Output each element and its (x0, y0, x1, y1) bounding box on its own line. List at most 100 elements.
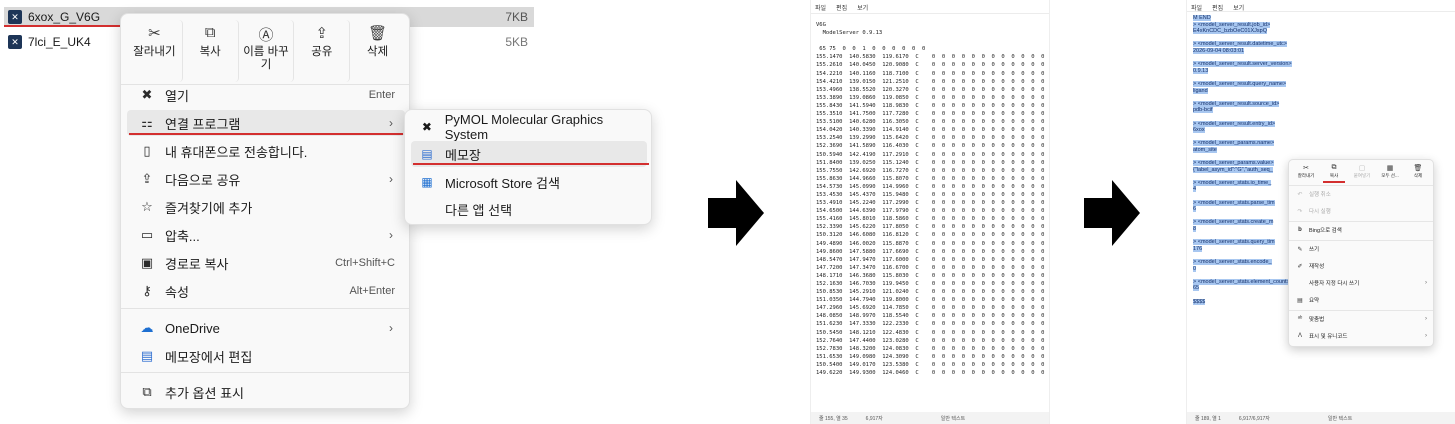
menu-item-more-options[interactable]: ⧉ 추가 옵션 표시 (127, 379, 405, 405)
text-line: 154.2210 140.1160 118.7100 C 0 0 0 0 0 0… (816, 70, 1045, 77)
text-line: 150.5940 142.4190 117.2910 C 0 0 0 0 0 0… (816, 151, 1045, 158)
notepad-window-1: 파일 편집 보기 V6G ModelServer 0.9.13 65 75 0 … (810, 0, 1050, 424)
context-menu: ✂ 잘라내기 ⧉ 복사 Ⓐ 이름 바꾸기 ⇪ 공유 🗑 삭제 ✖ 열기 Ente… (120, 13, 410, 409)
menu-item-compress[interactable]: ▭ 압축... › (127, 222, 405, 248)
text-line: 154.5730 145.0990 114.9960 C 0 0 0 0 0 0… (816, 183, 1045, 190)
text-line: 153.4530 145.4370 115.9480 C 0 0 0 0 0 0… (816, 191, 1045, 198)
chevron-right-icon: › (389, 228, 393, 242)
menu-divider (121, 372, 409, 373)
status-bar: 줄 155, 열 35 6,917자 일반 텍스트 (811, 412, 1049, 424)
menu-item-label: 다음으로 공유 (165, 172, 241, 188)
text-line: 148.0850 148.9970 118.5540 C 0 0 0 0 0 0… (816, 313, 1045, 320)
paste-button[interactable]: ▢ 붙여넣기 (1348, 163, 1376, 183)
rename-icon: Ⓐ (258, 27, 274, 44)
share-button[interactable]: ⇪ 공유 (294, 20, 351, 82)
menu-item-write[interactable]: ✎ 쓰기 (1293, 243, 1431, 255)
status-char-count: 6,917자 (865, 415, 883, 422)
menu-item-label: 압축... (165, 228, 200, 244)
text-line: 150.5400 149.0170 123.5380 C 0 0 0 0 0 0… (816, 361, 1045, 368)
menu-item-spellcheck[interactable]: ᵃᵇ 맞춤법 › (1293, 313, 1431, 325)
menu-item-label: 경로로 복사 (165, 256, 229, 272)
explorer-panel: ✕ 6xox_G_V6G 7KB ✕ 7lci_E_UK4 5KB ✂ 잘라내기… (0, 0, 700, 424)
text-line: 150.3120 146.6080 116.8120 C 0 0 0 0 0 0… (816, 232, 1045, 239)
chevron-right-icon: › (389, 172, 393, 186)
menu-item-rewrite[interactable]: ✐ 재작성 (1293, 260, 1431, 272)
delete-button[interactable]: 🗑 삭제 (1404, 163, 1432, 183)
submenu-item-pymol[interactable]: ✖ PyMOL Molecular Graphics System (411, 112, 647, 142)
text-line: 155.3510 141.7500 117.7280 C 0 0 0 0 0 0… (816, 111, 1045, 118)
star-icon: ☆ (141, 199, 153, 214)
open-with-submenu: ✖ PyMOL Molecular Graphics System ▤ 메모장 … (404, 109, 652, 225)
menu-item-open[interactable]: ✖ 열기 Enter (127, 82, 405, 108)
menu-item-summarize[interactable]: ▤ 요약 (1293, 294, 1431, 306)
text-line: 150.8530 145.2910 121.0240 C 0 0 0 0 0 0… (816, 289, 1045, 296)
text-line (1193, 35, 1383, 42)
text-line (1193, 74, 1383, 81)
menu-file[interactable]: 파일 (815, 3, 826, 12)
notepad-text-area[interactable]: V6G ModelServer 0.9.13 65 75 0 0 1 0 0 0… (816, 21, 1044, 377)
selected-text: 6 (1193, 206, 1197, 213)
menu-item-send-to-phone[interactable]: ▯ 내 휴대폰으로 전송합니다. (127, 138, 405, 164)
rename-button[interactable]: Ⓐ 이름 바꾸기 (239, 20, 295, 82)
menu-item-undo[interactable]: ↶ 실행 취소 (1293, 188, 1431, 200)
menu-edit[interactable]: 편집 (836, 3, 847, 12)
menu-item-label: 맞춤법 (1309, 317, 1325, 323)
store-icon: ▦ (421, 175, 433, 189)
selected-text: 4 (1193, 186, 1197, 193)
text-line: 155.2610 140.0450 120.9080 C 0 0 0 0 0 0… (816, 62, 1045, 69)
text-line: ligand (1193, 87, 1383, 95)
text-line: pdb-bcif (1193, 107, 1383, 114)
archive-icon: ▭ (140, 227, 154, 242)
text-line: 147.7200 147.3470 116.6700 C 0 0 0 0 0 0… (816, 264, 1045, 271)
share-icon: ⇪ (141, 171, 153, 186)
menu-item-share-with[interactable]: ⇪ 다음으로 공유 › (127, 166, 405, 192)
bing-icon: b (1298, 227, 1302, 233)
menu-item-shortcut: Alt+Enter (349, 285, 395, 297)
notepad-menubar: 파일 편집 보기 (815, 3, 868, 12)
text-line: 155.8630 144.9660 115.8070 C 0 0 0 0 0 0… (816, 175, 1045, 182)
file-size: 7KB (505, 10, 528, 24)
text-line: M END (1193, 15, 1383, 22)
menu-item-redo[interactable]: ↷ 다시 실행 (1293, 205, 1431, 217)
notepad-context-toolbar: ✂ 잘라내기 ⧉ 복사 ▢ 붙여넣기 ▦ 모두 선... 🗑 삭제 (1292, 163, 1432, 183)
delete-button[interactable]: 🗑 삭제 (350, 20, 405, 82)
context-menu-toolbar: ✂ 잘라내기 ⧉ 복사 Ⓐ 이름 바꾸기 ⇪ 공유 🗑 삭제 (127, 20, 405, 82)
menu-divider (1187, 11, 1455, 12)
menu-item-properties[interactable]: ⚷ 속성 Alt+Enter (127, 278, 405, 304)
text-line: 155.4160 145.8010 118.5860 C 0 0 0 0 0 0… (816, 216, 1045, 223)
copy-icon: ⧉ (1331, 164, 1337, 171)
redo-icon: ↷ (1297, 208, 1303, 215)
submenu-item-other-app[interactable]: 다른 앱 선택 (411, 196, 647, 222)
selected-text: > <model_server_result.server_version> (1193, 61, 1292, 68)
phone-icon: ▯ (143, 143, 151, 158)
menu-item-add-favorites[interactable]: ☆ 즐겨찾기에 추가 (127, 194, 405, 220)
menu-item-bing-search[interactable]: b Bing으로 검색 (1293, 224, 1431, 236)
properties-icon: ⚷ (142, 283, 152, 298)
copy-button[interactable]: ⧉ 복사 (183, 20, 239, 82)
menu-item-unicode[interactable]: Λ 표시 및 유니코드 › (1293, 330, 1431, 342)
copy-path-icon: ▣ (140, 255, 154, 270)
text-line: E4xKnCDC_bzbOeC01XJspQ (1193, 28, 1383, 35)
text-line: > <model_server_result.source_id> (1193, 100, 1383, 108)
share-icon: ⇪ (315, 25, 329, 42)
menu-item-label: 즐겨찾기에 추가 (165, 200, 253, 216)
pymol-app-icon: ✖ (141, 87, 153, 102)
menu-item-custom-rewrite[interactable]: 사용자 지정 다시 쓰기 › (1293, 277, 1431, 289)
arrow-right-icon (1084, 180, 1140, 246)
selected-text: > <model_server_result.datetime_utc> (1193, 41, 1288, 48)
menu-view[interactable]: 보기 (857, 3, 868, 12)
cut-button[interactable]: ✂ 잘라내기 (127, 20, 183, 82)
select-all-button[interactable]: ▦ 모두 선... (1376, 163, 1404, 183)
menu-item-onedrive[interactable]: ☁ OneDrive › (127, 315, 405, 341)
text-line: 153.2540 139.2990 115.6420 C 0 0 0 0 0 0… (816, 135, 1045, 142)
selected-text: > <model_server_result.query_name> (1193, 80, 1287, 87)
copy-button[interactable]: ⧉ 복사 (1320, 163, 1348, 183)
highlight-underline (129, 133, 403, 135)
submenu-item-store[interactable]: ▦ Microsoft Store 검색 (411, 169, 647, 195)
text-line: 148.5470 147.9470 117.6000 C 0 0 0 0 0 0… (816, 256, 1045, 263)
menu-item-edit-in-notepad[interactable]: ▤ 메모장에서 편집 (127, 343, 405, 369)
text-line: 150.5450 148.1210 122.4830 C 0 0 0 0 0 0… (816, 329, 1045, 336)
cut-button[interactable]: ✂ 잘라내기 (1292, 163, 1320, 183)
menu-item-copy-path[interactable]: ▣ 경로로 복사 Ctrl+Shift+C (127, 250, 405, 276)
pymol-file-icon: ✕ (8, 35, 22, 49)
